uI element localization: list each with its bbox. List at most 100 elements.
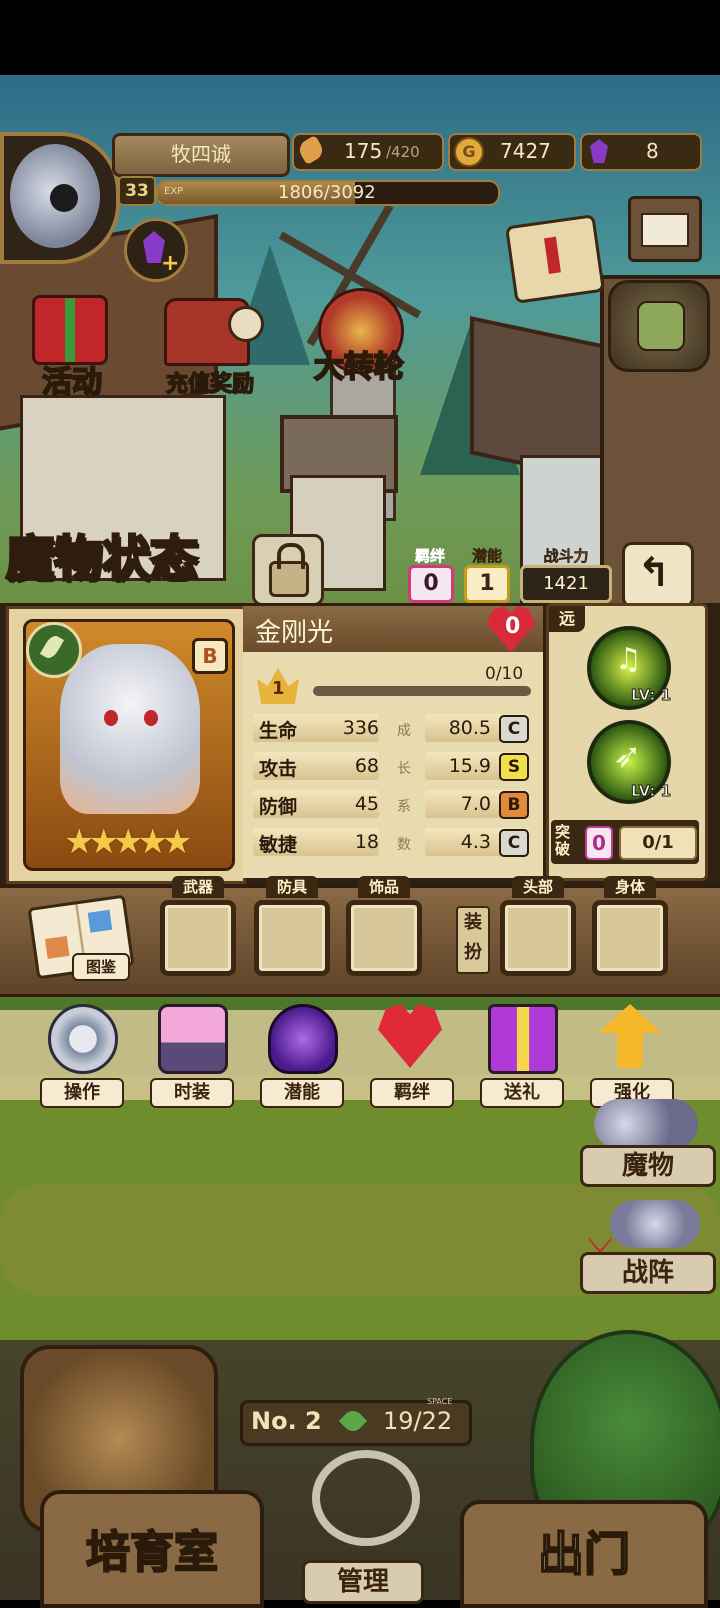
rank-badge: B xyxy=(192,638,228,674)
stat-row: 攻击 68 长 15.9 S xyxy=(253,752,533,782)
stat-label: 防御 xyxy=(259,796,298,818)
equip-slot[interactable] xyxy=(254,900,330,976)
star-icon: ★ xyxy=(137,822,168,862)
monster-name: 金刚光 xyxy=(255,618,334,648)
equip-slot[interactable] xyxy=(500,900,576,976)
manage-button[interactable]: 管理 xyxy=(292,1450,426,1604)
plus-icon: + xyxy=(161,251,180,276)
menu-label: 送礼 xyxy=(480,1078,564,1108)
exp-bar: EXP 1806/3092 xyxy=(156,180,500,206)
menu-button[interactable]: 时装 xyxy=(150,1000,234,1108)
breakthrough-value: 0 xyxy=(585,826,613,860)
player-name: 牧四诚 xyxy=(171,142,231,166)
manage-label: 管理 xyxy=(302,1560,424,1604)
breakthrough-row[interactable]: 突破 0 0/1 xyxy=(551,820,699,864)
monster-group-icon xyxy=(594,1099,698,1149)
gem-counter[interactable]: 8 xyxy=(580,133,702,171)
element-leaf-icon xyxy=(26,622,82,678)
stat-row: 防御 45 系 7.0 B xyxy=(253,790,533,820)
back-button[interactable]: ↰ xyxy=(622,542,694,608)
grade-badge: C xyxy=(499,715,529,743)
skill-1-level: LV: 1 xyxy=(630,686,672,705)
equip-slot[interactable] xyxy=(346,900,422,976)
status-bar xyxy=(0,0,720,75)
menu-label: 潜能 xyxy=(260,1078,344,1108)
star-icon: ★ xyxy=(88,822,119,862)
recharge-label: 充值奖励 xyxy=(165,371,255,398)
stat-label: 攻击 xyxy=(259,758,298,780)
menu-button[interactable]: 强化 xyxy=(590,1000,674,1108)
gem-icon xyxy=(590,139,608,163)
no-label: No. 2 xyxy=(251,1407,322,1435)
quest-scroll-button[interactable] xyxy=(500,210,610,306)
outfit-icon xyxy=(158,1004,228,1074)
menu-button[interactable]: 羁绊 xyxy=(370,1000,454,1108)
breakthrough-progress: 0/1 xyxy=(619,826,697,860)
encyclopedia-button[interactable]: 图鉴 xyxy=(27,894,135,981)
gold-value: 7427 xyxy=(500,139,551,163)
mail-button[interactable] xyxy=(628,196,702,262)
potential-label: 潜能 xyxy=(471,547,503,566)
power-value: 1421 xyxy=(520,565,612,603)
capacity-plate: No. 2 SPACE 19/22 xyxy=(240,1397,472,1446)
menu-button[interactable]: 送礼 xyxy=(480,1000,564,1108)
skill-area: 远 ♫ LV: 1 ➶ LV: 1 突破 0 0/1 xyxy=(546,603,708,881)
avatar-frame[interactable] xyxy=(0,132,120,264)
monster-label: 魔物 xyxy=(580,1145,716,1187)
menu-button[interactable]: 操作 xyxy=(40,1000,124,1108)
equip-slot[interactable] xyxy=(160,900,236,976)
grade-badge: B xyxy=(499,791,529,819)
panel-title: 魔物状态 xyxy=(5,530,200,589)
space-label: SPACE xyxy=(427,1397,453,1406)
gold-counter[interactable]: G 7427 xyxy=(448,133,576,171)
book-label: 图鉴 xyxy=(72,953,130,981)
bond-box: 羁绊 0 xyxy=(406,545,454,605)
menu-button[interactable]: 潜能 xyxy=(260,1000,344,1108)
bag-button[interactable] xyxy=(608,280,710,372)
monster-list-button[interactable]: 魔物 xyxy=(580,1095,716,1187)
breakthrough-label: 突破 xyxy=(555,823,571,858)
harp-skill-icon: ♫ xyxy=(615,642,642,677)
upgrade-arrows-icon xyxy=(598,1004,662,1068)
eyepatch-icon xyxy=(50,184,78,212)
name-bar: 金刚光 0 xyxy=(243,606,543,652)
menu-label: 操作 xyxy=(40,1078,124,1108)
dress-label: 装扮 xyxy=(456,906,490,974)
star-icon: ★ xyxy=(64,822,95,862)
formation-button[interactable]: ⚔ 战阵 xyxy=(580,1198,716,1294)
recharge-button[interactable]: 充值奖励 xyxy=(150,288,270,398)
bread-icon xyxy=(295,134,327,166)
keys-icon xyxy=(312,1450,420,1546)
buy-gem-button[interactable]: + xyxy=(124,218,188,282)
scroll-icon xyxy=(505,214,605,304)
star-rating: ★★★★★ xyxy=(64,822,204,862)
equip-slot[interactable] xyxy=(592,900,668,976)
gift-icon xyxy=(32,295,108,365)
equip-slot-label: 防具 xyxy=(266,876,318,898)
stat-row: 敏捷 18 数 4.3 C xyxy=(253,828,533,858)
wheel-button[interactable]: 大转轮 xyxy=(296,280,422,390)
equip-slot-label: 身体 xyxy=(604,876,656,898)
hearts-icon xyxy=(378,1004,442,1068)
potential-spirit-icon xyxy=(268,1004,338,1074)
skill-2-level: LV: 1 xyxy=(630,782,672,801)
go-out-button[interactable]: 出门 xyxy=(460,1500,708,1608)
bag-icon xyxy=(637,301,685,351)
nursery-button[interactable]: 培育室 xyxy=(40,1490,264,1608)
menu-label: 时装 xyxy=(150,1078,234,1108)
growth-char: 数 xyxy=(397,837,411,853)
event-button[interactable]: 活动 xyxy=(12,285,124,401)
range-tag: 远 xyxy=(549,606,585,632)
stat-label: 生命 xyxy=(259,720,298,742)
lock-button[interactable] xyxy=(252,534,324,606)
bond-label: 羁绊 xyxy=(414,547,446,566)
growth-char: 成 xyxy=(397,723,411,739)
bread-counter[interactable]: 175 /420 xyxy=(292,133,444,171)
mail-icon xyxy=(641,213,689,247)
capacity-value: 19/22 xyxy=(383,1407,453,1435)
monster-portrait xyxy=(60,644,200,814)
star-icon: ★ xyxy=(112,822,144,862)
stat-value: 336 xyxy=(342,717,379,739)
equip-slot-label: 头部 xyxy=(512,876,564,898)
star-icon: ★ xyxy=(161,822,193,862)
